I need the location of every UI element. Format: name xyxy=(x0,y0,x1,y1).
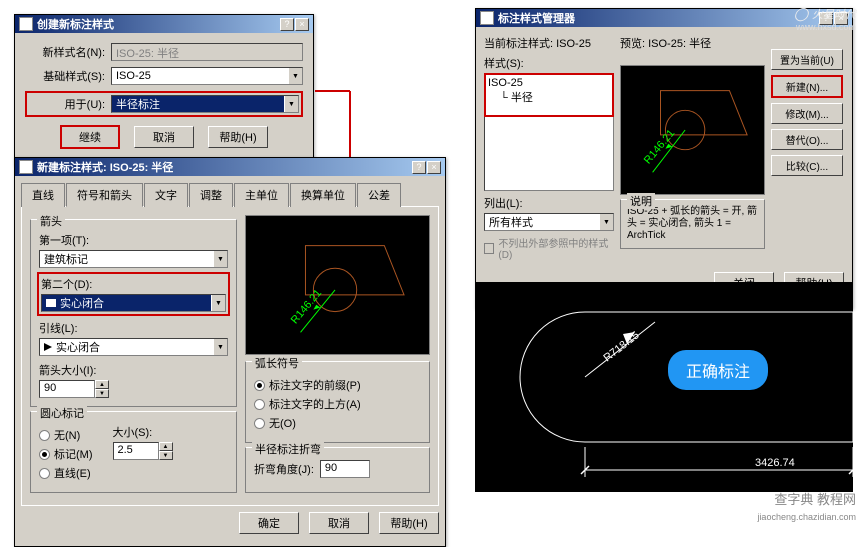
list-combo[interactable]: 所有样式 xyxy=(484,213,614,231)
center-mark-group: 圆心标记 无(N) 标记(M) 直线(E) 大小(S): 2.5 xyxy=(30,411,237,493)
name-input: ISO-25: 半径 xyxy=(111,43,303,61)
setcurrent-button[interactable]: 置为当前(U) xyxy=(771,49,843,70)
preview-panel: R146.21 xyxy=(620,65,765,195)
dialog-icon: ▦ xyxy=(19,17,33,31)
dialog-icon: ▦ xyxy=(480,11,494,25)
svg-text:R718.15: R718.15 xyxy=(601,329,641,364)
radio-arc-none[interactable]: 无(O) xyxy=(254,415,421,431)
tab-primary[interactable]: 主单位 xyxy=(234,183,289,207)
tab-alternate[interactable]: 换算单位 xyxy=(290,183,356,207)
styles-label: 样式(S): xyxy=(484,55,614,71)
help-button[interactable]: 帮助(H) xyxy=(208,126,268,148)
compare-button[interactable]: 比较(C)... xyxy=(771,155,843,176)
radio-none[interactable]: 无(N) xyxy=(39,427,93,443)
spinner-up[interactable]: ▲ xyxy=(159,442,173,451)
checkbox-external[interactable]: 不列出外部参照中的样式(D) xyxy=(484,235,614,261)
radio-line[interactable]: 直线(E) xyxy=(39,465,93,481)
radius-jog-group: 半径标注折弯 折弯角度(J): 90 xyxy=(245,447,430,493)
preview-label: 预览: ISO-25: 半径 xyxy=(620,35,765,51)
close-btn[interactable]: × xyxy=(427,161,441,174)
cancel-button[interactable]: 取消 xyxy=(134,126,194,148)
arrowhead-group: 箭头 第一项(T): 建筑标记 第二个(D): 实心闭合 引线(L): xyxy=(30,219,237,407)
radio-before[interactable]: 标注文字的前缀(P) xyxy=(254,377,421,393)
spinner-down[interactable]: ▼ xyxy=(95,389,109,398)
style-manager-dialog: ▦ 标注样式管理器 ? × 当前标注样式: ISO-25 样式(S): ISO-… xyxy=(475,8,853,309)
ok-button[interactable]: 确定 xyxy=(239,512,299,534)
base-label: 基础样式(S): xyxy=(25,68,105,84)
dropdown-icon[interactable] xyxy=(211,295,225,311)
second-label: 第二个(D): xyxy=(41,276,226,292)
titlebar: ▦ 创建新标注样式 ? × xyxy=(15,15,313,33)
dropdown-icon[interactable] xyxy=(288,68,302,84)
list-item[interactable]: └ 半径 xyxy=(488,89,610,105)
watermark-url: www.hxsd.com xyxy=(796,22,856,32)
new-button[interactable]: 新建(N)... xyxy=(771,75,843,98)
leader-label: 引线(L): xyxy=(39,320,228,336)
spinner-up[interactable]: ▲ xyxy=(95,380,109,389)
spinner-down[interactable]: ▼ xyxy=(159,451,173,460)
watermark-footer2: jiaocheng.chazidian.com xyxy=(757,512,856,522)
size-label: 箭头大小(I): xyxy=(39,362,228,378)
use-combo[interactable]: 半径标注 xyxy=(111,95,299,113)
help-btn[interactable]: ? xyxy=(280,18,294,31)
continue-button[interactable]: 继续 xyxy=(60,125,120,149)
angle-input[interactable]: 90 xyxy=(320,460,370,478)
size-s-input[interactable]: 2.5 xyxy=(113,442,159,460)
tab-lines[interactable]: 直线 xyxy=(21,183,65,207)
help-button[interactable]: 帮助(H) xyxy=(379,512,439,534)
dropdown-icon[interactable] xyxy=(213,339,227,355)
cancel-button[interactable]: 取消 xyxy=(309,512,369,534)
first-label: 第一项(T): xyxy=(39,232,228,248)
desc-group: 说明 ISO-25 + 弧长的箭头 = 开, 箭头 = 实心闭合, 箭头 1 =… xyxy=(620,199,765,249)
tab-text[interactable]: 文字 xyxy=(144,183,188,207)
tab-symbols[interactable]: 符号和箭头 xyxy=(66,183,143,207)
leader-combo[interactable]: 实心闭合 xyxy=(39,338,228,356)
help-btn[interactable]: ? xyxy=(412,161,426,174)
angle-label: 折弯角度(J): xyxy=(254,461,314,477)
arc-symbol-group: 弧长符号 标注文字的前缀(P) 标注文字的上方(A) 无(O) xyxy=(245,361,430,443)
dropdown-icon[interactable] xyxy=(213,251,227,267)
close-btn[interactable]: × xyxy=(295,18,309,31)
watermark-logo: ◯ 火星时代 xyxy=(794,6,856,22)
dropdown-icon[interactable] xyxy=(599,214,613,230)
size-s-label: 大小(S): xyxy=(113,424,173,440)
tab-fit[interactable]: 调整 xyxy=(189,183,233,207)
dropdown-icon[interactable] xyxy=(284,96,298,112)
dialog-title: 标注样式管理器 xyxy=(498,10,819,26)
watermark-footer1: 查字典 教程网 xyxy=(774,489,856,508)
titlebar: ▦ 新建标注样式: ISO-25: 半径 ? × xyxy=(15,158,445,176)
list-item[interactable]: ISO-25 xyxy=(488,77,610,89)
cad-result-panel: R718.15 3426.74 xyxy=(475,282,853,492)
name-label: 新样式名(N): xyxy=(25,44,105,60)
second-combo[interactable]: 实心闭合 xyxy=(41,294,226,312)
styles-listbox-lower[interactable] xyxy=(484,117,614,191)
first-combo[interactable]: 建筑标记 xyxy=(39,250,228,268)
desc-text: ISO-25 + 弧长的箭头 = 开, 箭头 = 实心闭合, 箭头 1 = Ar… xyxy=(627,206,758,242)
radio-above[interactable]: 标注文字的上方(A) xyxy=(254,396,421,412)
base-combo[interactable]: ISO-25 xyxy=(111,67,303,85)
checkbox-icon xyxy=(484,243,494,254)
use-label: 用于(U): xyxy=(29,96,105,112)
override-button[interactable]: 替代(O)... xyxy=(771,129,843,150)
list-label: 列出(L): xyxy=(484,195,614,211)
correct-badge: 正确标注 xyxy=(668,350,768,390)
dialog-title: 创建新标注样式 xyxy=(37,16,280,32)
current-label: 当前标注样式: ISO-25 xyxy=(484,35,614,51)
dialog-icon: ▦ xyxy=(19,160,33,174)
preview-panel: R146.21 xyxy=(245,215,430,355)
create-style-dialog: ▦ 创建新标注样式 ? × 新样式名(N): ISO-25: 半径 基础样式(S… xyxy=(14,14,314,166)
tabs: 直线 符号和箭头 文字 调整 主单位 换算单位 公差 xyxy=(21,182,439,207)
new-style-dialog: ▦ 新建标注样式: ISO-25: 半径 ? × 直线 符号和箭头 文字 调整 … xyxy=(14,157,446,547)
svg-text:3426.74: 3426.74 xyxy=(755,457,795,469)
dialog-title: 新建标注样式: ISO-25: 半径 xyxy=(37,159,412,175)
radio-mark[interactable]: 标记(M) xyxy=(39,446,93,462)
tab-tolerance[interactable]: 公差 xyxy=(357,183,401,207)
size-input[interactable]: 90 xyxy=(39,380,95,398)
styles-listbox[interactable]: ISO-25 └ 半径 xyxy=(484,73,614,117)
modify-button[interactable]: 修改(M)... xyxy=(771,103,843,124)
